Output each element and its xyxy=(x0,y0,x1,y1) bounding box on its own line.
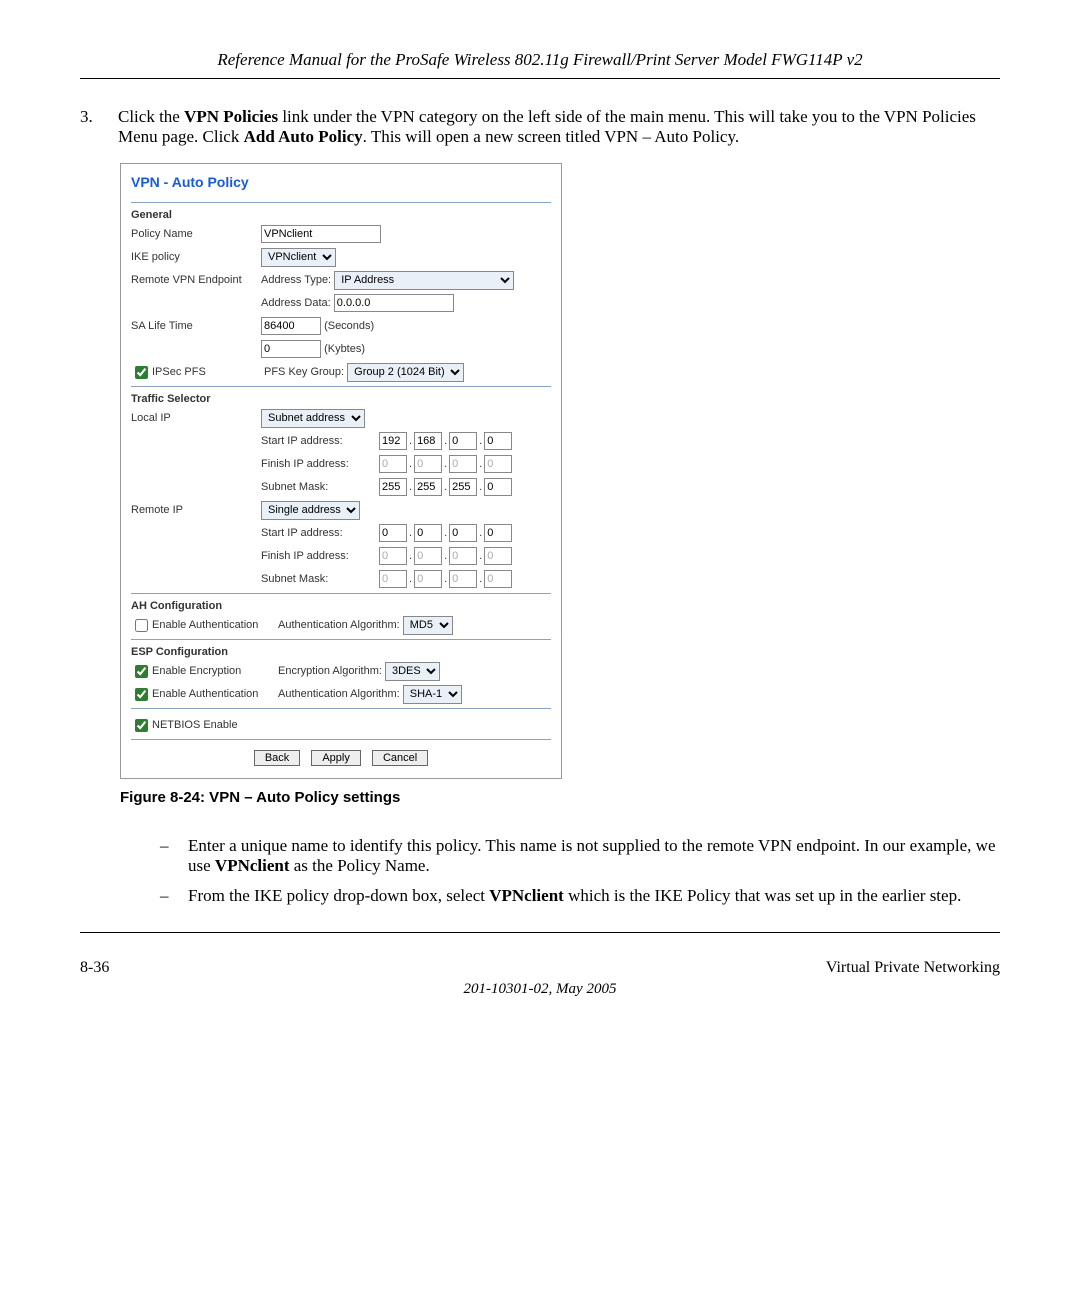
cancel-button[interactable]: Cancel xyxy=(372,750,428,766)
remote-mask-2 xyxy=(414,570,442,588)
remote-start-3[interactable] xyxy=(449,524,477,542)
doc-id: 201-10301-02, May 2005 xyxy=(80,981,1000,998)
address-data-label: Address Data: xyxy=(261,297,331,309)
policy-name-input[interactable] xyxy=(261,225,381,243)
local-finish-2 xyxy=(414,455,442,473)
bullet-2: – From the IKE policy drop-down box, sel… xyxy=(160,886,1000,906)
local-mask-4[interactable] xyxy=(484,478,512,496)
remote-finish-1 xyxy=(379,547,407,565)
ipsec-pfs-checkbox[interactable] xyxy=(135,366,148,379)
panel-title: VPN - Auto Policy xyxy=(131,174,551,190)
remote-mask-3 xyxy=(449,570,477,588)
address-type-select[interactable]: IP Address xyxy=(334,271,514,290)
traffic-selector-heading: Traffic Selector xyxy=(131,393,551,405)
sa-life-label: SA Life Time xyxy=(131,320,261,332)
back-button[interactable]: Back xyxy=(254,750,300,766)
local-start-1[interactable] xyxy=(379,432,407,450)
policy-name-label: Policy Name xyxy=(131,228,261,240)
vpn-auto-policy-panel: VPN - Auto Policy General Policy Name IK… xyxy=(120,163,562,779)
step-number: 3. xyxy=(80,107,118,147)
remote-start-4[interactable] xyxy=(484,524,512,542)
ike-policy-label: IKE policy xyxy=(131,251,261,263)
bullet-1: – Enter a unique name to identify this p… xyxy=(160,836,1000,876)
remote-mask-1 xyxy=(379,570,407,588)
section-title: Virtual Private Networking xyxy=(826,959,1000,977)
step-3: 3. Click the VPN Policies link under the… xyxy=(80,107,1000,147)
remote-finish-2 xyxy=(414,547,442,565)
netbios-checkbox[interactable] xyxy=(135,719,148,732)
local-start-4[interactable] xyxy=(484,432,512,450)
netbios-label: NETBIOS Enable xyxy=(152,719,238,731)
local-ip-label: Local IP xyxy=(131,412,261,424)
address-type-label: Address Type: xyxy=(261,274,331,286)
local-mask-3[interactable] xyxy=(449,478,477,496)
esp-enc-algo-select[interactable]: 3DES xyxy=(385,662,440,681)
step-text: Click the VPN Policies link under the VP… xyxy=(118,107,1000,147)
esp-enc-checkbox[interactable] xyxy=(135,665,148,678)
esp-auth-algo-select[interactable]: SHA-1 xyxy=(403,685,462,704)
figure-caption: Figure 8-24: VPN – Auto Policy settings xyxy=(120,789,1000,806)
local-finish-4 xyxy=(484,455,512,473)
remote-ip-type-select[interactable]: Single address xyxy=(261,501,360,520)
local-mask-2[interactable] xyxy=(414,478,442,496)
sa-seconds-input[interactable] xyxy=(261,317,321,335)
esp-heading: ESP Configuration xyxy=(131,646,551,658)
remote-finish-4 xyxy=(484,547,512,565)
apply-button[interactable]: Apply xyxy=(311,750,361,766)
remote-mask-4 xyxy=(484,570,512,588)
remote-endpoint-label: Remote VPN Endpoint xyxy=(131,274,261,286)
remote-finish-3 xyxy=(449,547,477,565)
ah-algo-select[interactable]: MD5 xyxy=(403,616,453,635)
pfs-key-label: PFS Key Group: xyxy=(264,366,344,378)
pfs-key-select[interactable]: Group 2 (1024 Bit) xyxy=(347,363,464,382)
local-start-3[interactable] xyxy=(449,432,477,450)
header-rule xyxy=(80,78,1000,79)
local-mask-1[interactable] xyxy=(379,478,407,496)
remote-ip-label: Remote IP xyxy=(131,504,261,516)
local-finish-3 xyxy=(449,455,477,473)
address-data-input[interactable] xyxy=(334,294,454,312)
local-start-2[interactable] xyxy=(414,432,442,450)
local-finish-1 xyxy=(379,455,407,473)
page-header: Reference Manual for the ProSafe Wireles… xyxy=(80,50,1000,76)
ah-heading: AH Configuration xyxy=(131,600,551,612)
page-number: 8-36 xyxy=(80,959,109,977)
general-heading: General xyxy=(131,209,551,221)
ike-policy-select[interactable]: VPNclient xyxy=(261,248,336,267)
remote-start-1[interactable] xyxy=(379,524,407,542)
local-ip-type-select[interactable]: Subnet address xyxy=(261,409,365,428)
sa-kbytes-input[interactable] xyxy=(261,340,321,358)
remote-start-2[interactable] xyxy=(414,524,442,542)
ah-enable-checkbox[interactable] xyxy=(135,619,148,632)
esp-auth-checkbox[interactable] xyxy=(135,688,148,701)
ipsec-pfs-label: IPSec PFS xyxy=(152,366,264,378)
